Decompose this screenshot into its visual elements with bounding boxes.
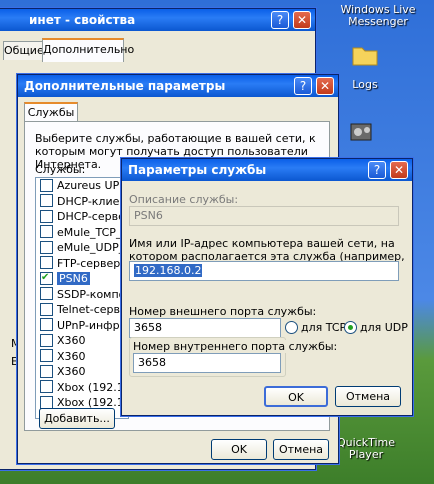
film-icon[interactable] [348, 118, 376, 146]
tcp-label: для TCP [301, 321, 347, 334]
internal-port-input[interactable]: 3658 [133, 353, 281, 373]
service-checkbox[interactable] [40, 178, 53, 192]
service-label: DHCP-сервер [57, 210, 129, 223]
close-button[interactable]: ✕ [390, 161, 408, 179]
help-button[interactable]: ? [271, 11, 289, 29]
service-list-item[interactable]: FTP-сервер [36, 256, 128, 272]
services-list[interactable]: Azureus UPnP DHCP-клиент DHCP-сервер eMule_… [35, 177, 129, 419]
ok-button[interactable]: OK [211, 439, 267, 460]
tab-services[interactable]: Службы [24, 102, 78, 122]
service-checkbox[interactable] [40, 333, 53, 347]
desc-label: Описание службы: [129, 193, 239, 206]
folder-icon[interactable] [352, 44, 378, 66]
service-label: DHCP-клиент [57, 194, 129, 208]
service-list-item[interactable]: Telnet-сервер [36, 302, 128, 318]
service-list-item[interactable]: eMule_TCP_Po [36, 225, 128, 241]
service-list-item[interactable]: eMule_UDP_P [36, 240, 128, 256]
service-checkbox[interactable] [40, 270, 53, 285]
services-label: Службы: [35, 163, 86, 176]
advanced-settings-titlebar[interactable]: Дополнительные параметры [18, 75, 338, 97]
tab-general[interactable]: Общие [3, 41, 44, 60]
service-label: eMule_UDP_P [57, 241, 129, 254]
service-label: FTP-сервер [57, 256, 121, 270]
service-checkbox[interactable] [40, 380, 53, 393]
host-address-input[interactable]: 192.168.0.2 [129, 261, 399, 281]
service-label: X360 [57, 334, 86, 347]
service-checkbox[interactable] [40, 209, 53, 223]
service-label: X360 [57, 349, 86, 363]
service-list-item[interactable]: PSN6 [36, 270, 128, 287]
service-checkbox[interactable] [40, 364, 53, 378]
int-port-label: Номер внутреннего порта службы: [133, 340, 338, 353]
close-button[interactable]: ✕ [316, 77, 334, 95]
close-button[interactable]: ✕ [293, 11, 311, 29]
service-checkbox[interactable] [40, 395, 53, 409]
service-label: eMule_TCP_Po [57, 225, 129, 239]
service-list-item[interactable]: X360 [36, 333, 128, 349]
service-checkbox[interactable] [40, 302, 53, 316]
connection-properties-titlebar[interactable]: инет - свойства [0, 9, 315, 31]
external-port-input[interactable]: 3658 [129, 318, 281, 338]
service-label: PSN6 [57, 272, 90, 285]
service-list-item[interactable]: X360 [36, 364, 128, 380]
service-list-item[interactable]: SSDP-компоне [36, 287, 128, 303]
service-list-item[interactable]: Xbox (192.168. [36, 380, 128, 396]
add-service-button[interactable]: Добавить... [39, 408, 115, 429]
service-label: X360 [57, 365, 86, 378]
window-title: Параметры службы [128, 163, 267, 177]
service-checkbox[interactable] [40, 349, 53, 362]
service-checkbox[interactable] [40, 194, 53, 207]
service-label: UPnP-инфраст [57, 318, 128, 332]
host-address-value: 192.168.0.2 [134, 264, 203, 277]
service-checkbox[interactable] [40, 287, 53, 300]
udp-label: для UDP [360, 321, 408, 334]
service-list-item[interactable]: DHCP-клиент [36, 194, 128, 210]
service-label: Azureus UPnP [57, 179, 129, 192]
service-list-item[interactable]: DHCP-сервер [36, 209, 128, 225]
service-label: SSDP-компоне [57, 287, 128, 301]
ext-port-label: Номер внешнего порта службы: [129, 305, 317, 318]
service-parameters-window: Параметры службы ? ✕ Описание службы: PS… [121, 158, 413, 416]
service-label: Xbox (192.168. [57, 380, 128, 394]
tab-advanced[interactable]: Дополнительно [42, 38, 134, 62]
service-checkbox[interactable] [40, 225, 53, 238]
cancel-button[interactable]: Отмена [335, 386, 401, 407]
tcp-radio-circle[interactable] [285, 320, 298, 334]
quicktime-desktop-label[interactable]: QuickTime Player [336, 437, 396, 461]
udp-radio[interactable]: для UDP [344, 320, 408, 335]
help-button[interactable]: ? [368, 161, 386, 179]
help-button[interactable]: ? [294, 77, 312, 95]
service-list-item[interactable]: Azureus UPnP [36, 178, 128, 194]
messenger-desktop-label[interactable]: Windows Live Messenger [326, 4, 430, 28]
service-checkbox[interactable] [40, 256, 53, 269]
tcp-radio[interactable]: для TCP [285, 320, 347, 335]
cancel-button[interactable]: Отмена [273, 439, 329, 460]
ok-button[interactable]: OK [264, 386, 328, 407]
window-title: инет - свойства [29, 13, 136, 27]
service-list-item[interactable]: UPnP-инфраст [36, 318, 128, 334]
service-list-item[interactable]: X360 [36, 349, 128, 365]
window-title: Дополнительные параметры [24, 79, 226, 93]
service-checkbox[interactable] [40, 318, 53, 331]
description-field[interactable]: PSN6 [129, 206, 399, 226]
udp-radio-circle[interactable] [344, 320, 357, 334]
logs-desktop-label[interactable]: Logs [345, 78, 385, 91]
service-checkbox[interactable] [40, 240, 53, 254]
service-label: Telnet-сервер [57, 303, 129, 316]
